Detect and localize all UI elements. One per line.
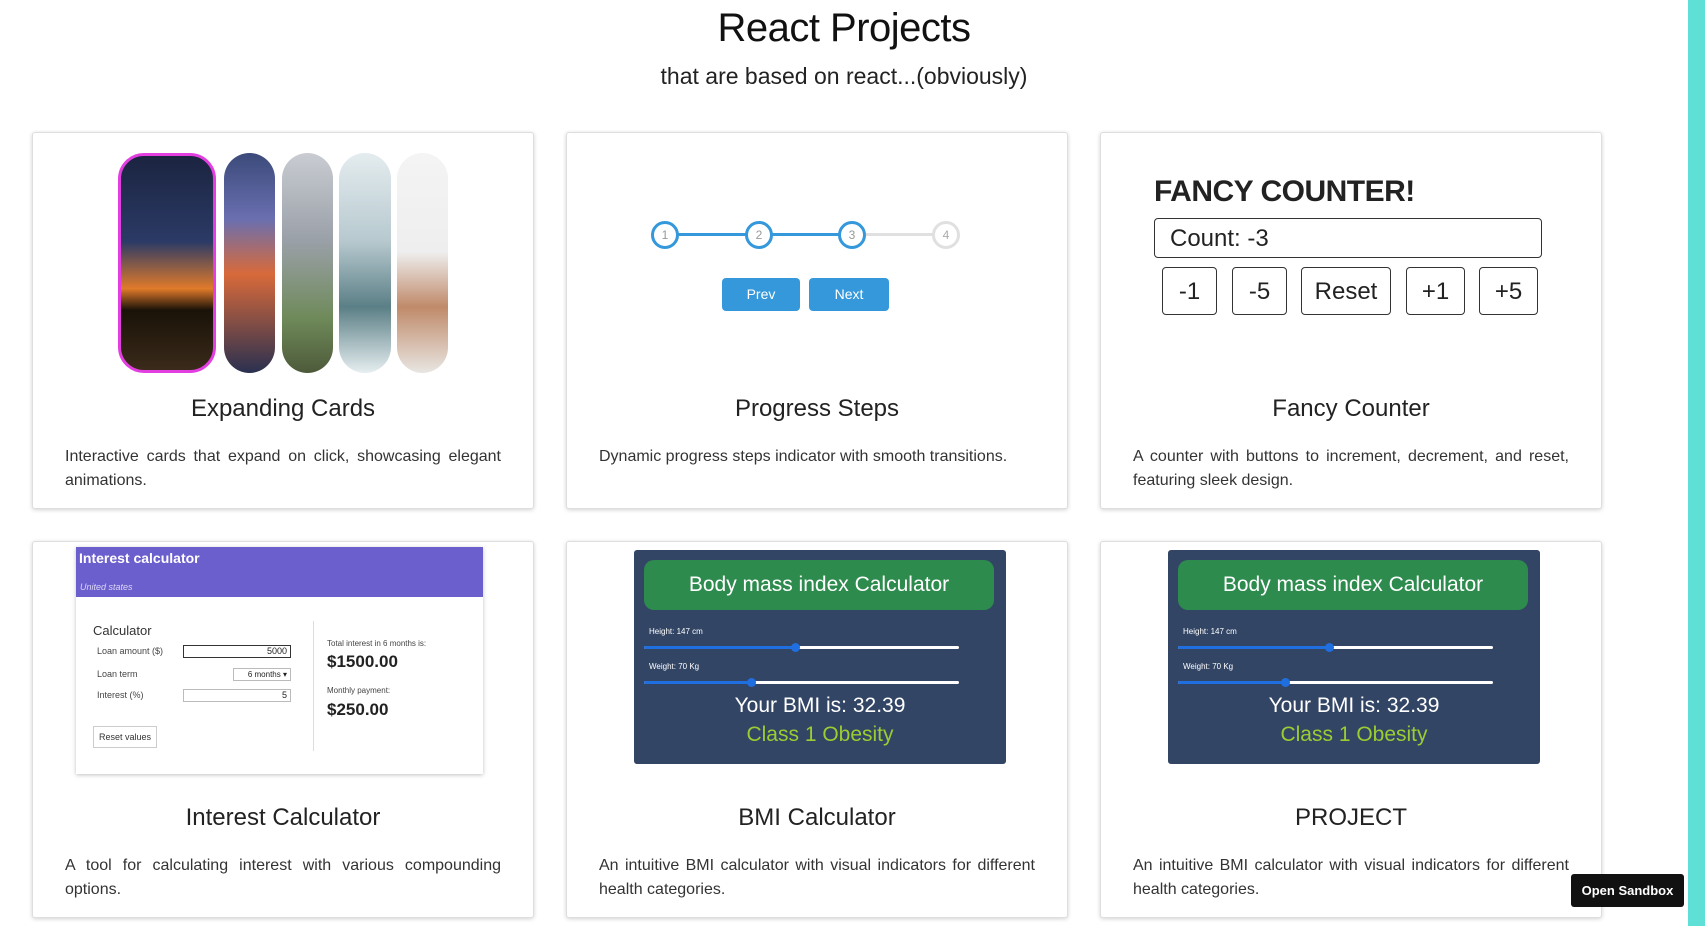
- project-description: Dynamic progress steps indicator with sm…: [599, 448, 1008, 465]
- expanding-cards-preview: [33, 133, 533, 383]
- progress-steps-preview: 1 2 3 4 Prev Next: [567, 133, 1067, 383]
- next-button[interactable]: Next: [809, 278, 889, 311]
- project-title: Interest Calculator: [185, 804, 381, 831]
- project-description: A counter with buttons to increment, dec…: [1133, 448, 1569, 489]
- interest-calculator-title: Interest calculator: [79, 550, 200, 566]
- expanding-card-panel-mountain: [397, 153, 448, 373]
- page-accent-strip: [1688, 0, 1705, 926]
- bmi-result: Your BMI is: 32.39: [1268, 694, 1440, 717]
- loan-amount-input[interactable]: 5000: [183, 645, 291, 658]
- calculator-section-title: Calculator: [93, 623, 152, 638]
- progress-line: [667, 233, 757, 236]
- interest-calculator-preview: Interest calculator United states Calcul…: [33, 542, 533, 792]
- weight-label: Weight: 70 Kg: [649, 662, 700, 671]
- interest-calculator-window: Interest calculator United states Calcul…: [76, 547, 483, 774]
- height-label: Height: 147 cm: [649, 627, 703, 636]
- expanding-card-panel-cliffs: [282, 153, 333, 373]
- bmi-panel: Body mass index Calculator Height: 147 c…: [1168, 550, 1540, 764]
- chevron-down-icon: ▾: [280, 670, 287, 679]
- height-slider-fill: [1178, 646, 1330, 649]
- decrement-1-button[interactable]: -1: [1162, 267, 1217, 315]
- weight-slider-knob[interactable]: [747, 678, 757, 687]
- loan-term-select[interactable]: 6 months ▾: [233, 668, 291, 681]
- weight-slider[interactable]: [1178, 678, 1493, 687]
- loan-amount-label: Loan amount ($): [97, 646, 164, 656]
- fancy-counter-display: Count: -3: [1154, 218, 1542, 258]
- progress-step-circle: 2: [745, 221, 773, 249]
- weight-slider[interactable]: [644, 678, 959, 687]
- weight-slider-fill: [1178, 681, 1286, 684]
- bmi-title: Body mass index Calculator: [1178, 560, 1528, 610]
- project-title: Progress Steps: [734, 395, 900, 422]
- weight-slider-knob[interactable]: [1281, 678, 1291, 687]
- bmi-calculator-preview: Body mass index Calculator Height: 147 c…: [567, 542, 1067, 792]
- fancy-counter-preview: FANCY COUNTER! Count: -3 -1 -5 Reset +1 …: [1101, 133, 1601, 383]
- project-card-bmi-calculator[interactable]: Body mass index Calculator Height: 147 c…: [566, 541, 1068, 918]
- project-title: BMI Calculator: [738, 804, 896, 831]
- decrement-5-button[interactable]: -5: [1232, 267, 1287, 315]
- expanding-card-panel-ice: [339, 153, 391, 373]
- project-title: PROJECT: [1294, 804, 1407, 831]
- project-card-fancy-counter[interactable]: FANCY COUNTER! Count: -3 -1 -5 Reset +1 …: [1100, 132, 1602, 509]
- bmi-title: Body mass index Calculator: [644, 560, 994, 610]
- interest-rate-label: Interest (%): [97, 690, 144, 700]
- page-subtitle: that are based on react...(obviously): [660, 63, 1028, 89]
- project-card-expanding-cards[interactable]: Expanding Cards Interactive cards that e…: [32, 132, 534, 509]
- reset-values-button[interactable]: Reset values: [93, 726, 157, 748]
- open-sandbox-button[interactable]: Open Sandbox: [1571, 874, 1684, 907]
- monthly-payment-label: Monthly payment:: [327, 686, 391, 695]
- total-interest-value: $1500.00: [327, 652, 398, 671]
- project-title: Fancy Counter: [1272, 395, 1430, 422]
- page-title: React Projects: [717, 6, 971, 50]
- height-slider[interactable]: [644, 643, 959, 652]
- height-slider-knob[interactable]: [791, 643, 801, 652]
- expanding-card-panel-city: [224, 153, 275, 373]
- project-description: A tool for calculating interest with var…: [65, 857, 501, 898]
- progress-step-circle: 3: [838, 221, 866, 249]
- weight-slider-fill: [644, 681, 752, 684]
- bmi-panel: Body mass index Calculator Height: 147 c…: [634, 550, 1006, 764]
- bmi-calculator-preview: Body mass index Calculator Height: 147 c…: [1101, 542, 1601, 792]
- interest-calculator-header: Interest calculator United states: [76, 547, 483, 597]
- height-label: Height: 147 cm: [1183, 627, 1237, 636]
- fancy-counter-title: FANCY COUNTER!: [1154, 175, 1415, 208]
- height-slider-knob[interactable]: [1325, 643, 1335, 652]
- expanding-card-panel-night: [118, 153, 216, 373]
- results-divider: [313, 621, 314, 751]
- height-slider[interactable]: [1178, 643, 1493, 652]
- loan-term-value: 6 months: [247, 670, 281, 679]
- project-description: Interactive cards that expand on click, …: [65, 448, 501, 489]
- interest-rate-input[interactable]: 5: [183, 689, 291, 702]
- increment-5-button[interactable]: +5: [1479, 267, 1538, 315]
- height-slider-fill: [644, 646, 796, 649]
- bmi-result: Your BMI is: 32.39: [734, 694, 906, 717]
- bmi-class: Class 1 Obesity: [746, 723, 894, 746]
- bmi-class: Class 1 Obesity: [1280, 723, 1428, 746]
- project-description: An intuitive BMI calculator with visual …: [599, 857, 1035, 898]
- progress-step-circle: 1: [651, 221, 679, 249]
- progress-step-circle: 4: [932, 221, 960, 249]
- project-card-interest-calculator[interactable]: Interest calculator United states Calcul…: [32, 541, 534, 918]
- weight-label: Weight: 70 Kg: [1183, 662, 1234, 671]
- project-card-project[interactable]: Body mass index Calculator Height: 147 c…: [1100, 541, 1602, 918]
- project-description: An intuitive BMI calculator with visual …: [1133, 857, 1569, 898]
- project-title: Expanding Cards: [190, 395, 376, 422]
- interest-calculator-subtitle: United states: [80, 582, 133, 592]
- increment-1-button[interactable]: +1: [1406, 267, 1465, 315]
- loan-term-label: Loan term: [97, 669, 138, 679]
- reset-button[interactable]: Reset: [1301, 267, 1391, 315]
- prev-button[interactable]: Prev: [722, 278, 800, 311]
- project-card-progress-steps[interactable]: 1 2 3 4 Prev Next Progress Steps Dynamic…: [566, 132, 1068, 509]
- monthly-payment-value: $250.00: [327, 700, 389, 719]
- total-interest-label: Total interest in 6 months is:: [327, 639, 427, 648]
